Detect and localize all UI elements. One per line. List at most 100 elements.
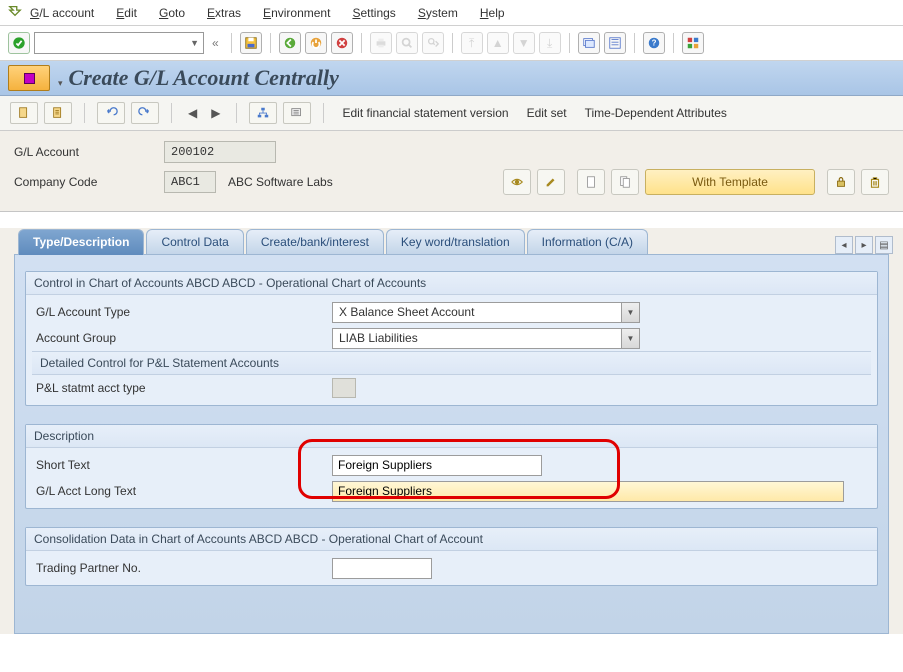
menu-settings[interactable]: Settings <box>352 6 395 20</box>
pl-acct-type-field <box>332 378 356 398</box>
group-control-coa: Control in Chart of Accounts ABCD ABCD -… <box>25 271 878 406</box>
separator <box>569 33 570 53</box>
menu-help[interactable]: Help <box>480 6 505 20</box>
enter-button[interactable] <box>8 32 30 54</box>
prev-object-button[interactable]: ◀ <box>184 106 201 120</box>
gl-account-type-value: X Balance Sheet Account <box>333 305 621 319</box>
shortcut-button[interactable] <box>604 32 626 54</box>
display-button[interactable] <box>503 169 531 195</box>
undo-button[interactable] <box>97 102 125 124</box>
svg-text:?: ? <box>651 39 656 48</box>
gl-account-type-label: G/L Account Type <box>32 305 332 319</box>
group-control-coa-title: Control in Chart of Accounts ABCD ABCD -… <box>26 272 877 295</box>
separator <box>231 33 232 53</box>
doc1-button[interactable] <box>10 102 38 124</box>
menu-system[interactable]: System <box>418 6 458 20</box>
edit-set-link[interactable]: Edit set <box>521 106 573 120</box>
next-object-button[interactable]: ▶ <box>207 106 224 120</box>
dropdown-icon: ▼ <box>621 303 639 322</box>
trading-partner-input[interactable] <box>332 558 432 579</box>
last-page-button[interactable]: ⤓ <box>539 32 561 54</box>
tab-control-data[interactable]: Control Data <box>146 229 243 255</box>
separator <box>673 33 674 53</box>
help-button[interactable]: ? <box>643 32 665 54</box>
back-button[interactable] <box>279 32 301 54</box>
account-group-label: Account Group <box>32 331 332 345</box>
prev-page-button[interactable]: ▲ <box>487 32 509 54</box>
exit-button[interactable] <box>305 32 327 54</box>
command-field[interactable]: ▼ <box>34 32 204 54</box>
group-consolidation: Consolidation Data in Chart of Accounts … <box>25 527 878 586</box>
page-title: Create G/L Account Centrally <box>69 65 339 91</box>
separator <box>84 103 85 123</box>
layout-button[interactable] <box>682 32 704 54</box>
history-back-icon: « <box>212 36 219 50</box>
gl-account-label: G/L Account <box>14 145 164 159</box>
separator <box>171 103 172 123</box>
print-button[interactable] <box>370 32 392 54</box>
separator <box>323 103 324 123</box>
menu-extras[interactable]: Extras <box>207 6 241 20</box>
first-page-button[interactable]: ⤒ <box>461 32 483 54</box>
edit-fsv-link[interactable]: Edit financial statement version <box>336 106 514 120</box>
separator <box>634 33 635 53</box>
separator <box>236 103 237 123</box>
tab-create-bank-interest[interactable]: Create/bank/interest <box>246 229 384 255</box>
with-template-button[interactable]: With Template <box>645 169 815 195</box>
title-dropdown-icon[interactable]: ▾ <box>58 78 63 89</box>
menu-bar: G/L account Edit Goto Extras Environment… <box>0 0 903 26</box>
tab-keyword-translation[interactable]: Key word/translation <box>386 229 525 255</box>
tab-body: Control in Chart of Accounts ABCD ABCD -… <box>14 254 889 634</box>
group-consolidation-title: Consolidation Data in Chart of Accounts … <box>26 528 877 551</box>
company-code-label: Company Code <box>14 175 164 189</box>
group-description-title: Description <box>26 425 877 448</box>
tab-information-ca[interactable]: Information (C/A) <box>527 229 648 255</box>
group-description: Description Short Text G/L Acct Long Tex… <box>25 424 878 509</box>
gl-account-field[interactable]: 200102 <box>164 141 276 163</box>
delete-button[interactable] <box>861 169 889 195</box>
tabstrip: Type/Description Control Data Create/ban… <box>18 228 897 254</box>
trading-partner-label: Trading Partner No. <box>32 561 332 575</box>
tab-list-button[interactable]: ▤ <box>875 236 893 254</box>
copy-doc-button[interactable] <box>611 169 639 195</box>
menu-gl-account[interactable]: G/L account <box>30 6 94 20</box>
account-group-select[interactable]: LIAB Liabilities ▼ <box>332 328 640 349</box>
menu-environment[interactable]: Environment <box>263 6 330 20</box>
separator <box>452 33 453 53</box>
short-text-input[interactable] <box>332 455 542 476</box>
doc2-button[interactable] <box>44 102 72 124</box>
short-text-label: Short Text <box>32 458 332 472</box>
menu-edit[interactable]: Edit <box>116 6 137 20</box>
find-next-button[interactable] <box>422 32 444 54</box>
long-text-input[interactable] <box>332 481 844 502</box>
tab-type-description[interactable]: Type/Description <box>18 229 144 255</box>
company-code-text: ABC Software Labs <box>228 175 333 189</box>
cancel-button[interactable] <box>331 32 353 54</box>
tab-scroll-left[interactable]: ◂ <box>835 236 853 254</box>
create-doc-button[interactable] <box>577 169 605 195</box>
tab-scroll-right[interactable]: ▸ <box>855 236 873 254</box>
change-button[interactable] <box>537 169 565 195</box>
gl-account-type-select[interactable]: X Balance Sheet Account ▼ <box>332 302 640 323</box>
new-session-button[interactable] <box>578 32 600 54</box>
long-text-label: G/L Acct Long Text <box>32 484 332 498</box>
application-toolbar: ◀ ▶ Edit financial statement version Edi… <box>0 96 903 131</box>
with-template-label: With Template <box>692 175 768 189</box>
subgroup-detailed-control-title: Detailed Control for P&L Statement Accou… <box>32 351 871 375</box>
lock-button[interactable] <box>827 169 855 195</box>
save-button[interactable] <box>240 32 262 54</box>
app-menu-icon[interactable] <box>8 4 22 21</box>
separator <box>361 33 362 53</box>
hierarchy-button[interactable] <box>249 102 277 124</box>
redo-button[interactable] <box>131 102 159 124</box>
dropdown-icon: ▼ <box>621 329 639 348</box>
next-page-button[interactable]: ▼ <box>513 32 535 54</box>
separator <box>270 33 271 53</box>
company-code-field[interactable]: ABC1 <box>164 171 216 193</box>
time-dep-link[interactable]: Time-Dependent Attributes <box>579 106 733 120</box>
standard-toolbar: ▼ « ⤒ ▲ ▼ ⤓ ? <box>0 26 903 61</box>
where-used-button[interactable] <box>283 102 311 124</box>
menu-goto[interactable]: Goto <box>159 6 185 20</box>
find-button[interactable] <box>396 32 418 54</box>
transaction-icon <box>8 65 50 91</box>
